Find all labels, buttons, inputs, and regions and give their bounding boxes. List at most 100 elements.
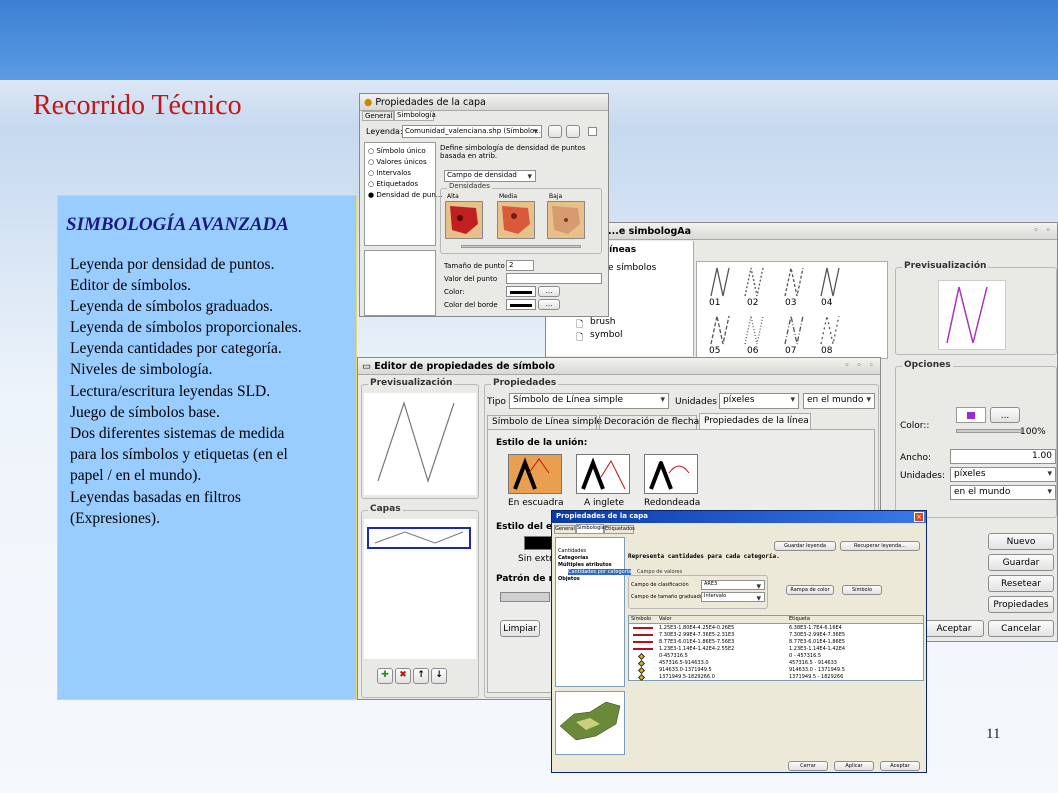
reference-select[interactable]: en el mundo <box>803 393 875 409</box>
editor-preview-canvas <box>364 393 476 495</box>
tree-item[interactable]: Categorías <box>558 555 588 561</box>
density-slider[interactable] <box>461 245 581 248</box>
legend-option[interactable]: ○ Símbolo único <box>368 147 426 155</box>
color-browse-button[interactable]: ... <box>538 286 560 297</box>
table-row[interactable]: 8.77E3-6.01E4-1.86E5-7.56E3 8.77E3-6.01E4… <box>629 639 923 646</box>
reset-button[interactable]: Resetear <box>988 575 1054 592</box>
legend-option-selected[interactable]: ● Densidad de pun... <box>368 191 442 199</box>
tab-arrow-decoration[interactable]: Decoración de flecha <box>599 415 699 429</box>
tab-labeling[interactable]: Etiquetados <box>604 525 635 534</box>
table-row[interactable]: 914633.0-1371949.5 914633.0 - 1371949.5 <box>629 667 923 674</box>
border-color-swatch[interactable] <box>506 299 536 310</box>
border-color-browse-button[interactable]: ... <box>538 299 560 310</box>
row-label: 1.23E3-1.14E4-1.42E4 <box>789 646 846 652</box>
symbol-label: 02 <box>747 298 759 308</box>
density-map-low[interactable] <box>547 201 585 239</box>
tree-item[interactable]: e símbolos <box>608 263 656 273</box>
tab-line-properties[interactable]: Propiedades de la línea <box>699 413 811 429</box>
table-row[interactable]: 1.23E3-1.14E4-1.42E4-2.55E2 1.23E3-1.14E4… <box>629 646 923 653</box>
reference-select[interactable]: en el mundo <box>950 485 1056 500</box>
density-map-high[interactable] <box>445 201 483 239</box>
row-value: 0-457316.5 <box>659 653 688 659</box>
legend-tree[interactable]: Cantidades Categorías Múltiples atributo… <box>555 537 632 687</box>
tree-item[interactable]: Múltiples atributos <box>558 562 612 568</box>
move-down-icon[interactable]: ↓ <box>431 668 447 684</box>
clear-button[interactable]: Limpiar <box>500 620 540 637</box>
tab-simple-line[interactable]: Símbolo de Línea simple <box>487 415 602 429</box>
color-swatch[interactable] <box>506 286 536 297</box>
legend-select[interactable]: Comunidad_valenciana.shp (Símbolo ... <box>402 125 542 138</box>
units-select[interactable]: píxeles <box>950 467 1056 482</box>
point-size-input[interactable]: 2 <box>506 260 534 271</box>
graduated-field-select[interactable]: Intervalo <box>701 592 765 602</box>
legend-option[interactable]: ○ Valores únicos <box>368 158 427 166</box>
symbol-grid[interactable]: 01 02 03 04 05 06 07 08 <box>696 261 888 359</box>
add-layer-icon[interactable]: ✚ <box>377 668 393 684</box>
color-swatch[interactable] <box>956 407 986 423</box>
width-input[interactable]: 1.00 <box>950 449 1056 464</box>
properties-button[interactable]: Propiedades <box>988 596 1054 613</box>
tab-symbology[interactable]: Simbología <box>576 524 605 534</box>
legend-checkbox[interactable] <box>588 127 597 136</box>
window-controls[interactable]: ◦ ◦ ◦ <box>844 361 876 371</box>
tab-general[interactable]: General <box>362 111 394 121</box>
save-button[interactable]: Guardar <box>988 554 1054 571</box>
tree-item-selected[interactable]: Cantidades por categoría <box>568 569 632 575</box>
table-row[interactable]: 1.25E3-1.80E4-4.25E4-0.26E5 6.38E3-1.7E4-… <box>629 625 923 632</box>
symbol-editor-titlebar: ▭ Editor de propiedades de símbolo <box>358 358 880 375</box>
color-picker-button[interactable]: ... <box>990 407 1020 423</box>
density-map-medium[interactable] <box>497 201 535 239</box>
cancel-button[interactable]: Cancelar <box>988 620 1054 637</box>
legend-button-b[interactable] <box>566 125 580 138</box>
row-label: 0 - 457316.5 <box>789 653 822 659</box>
new-button[interactable]: Nuevo <box>988 533 1054 550</box>
tab-general[interactable]: General <box>554 525 576 534</box>
layers-group: Capas ✚ ✖ ↑ ↓ <box>361 504 479 698</box>
table-row[interactable]: 1371949.5-1829266.0 1371949.5 - 1829266 <box>629 674 923 681</box>
move-up-icon[interactable]: ↑ <box>413 668 429 684</box>
type-select[interactable]: Símbolo de Línea simple <box>509 393 669 409</box>
load-legend-button[interactable]: Recuperar leyenda... <box>840 541 920 551</box>
legend-label: Leyenda: <box>366 127 403 136</box>
legend-option[interactable]: ○ Intervalos <box>368 169 411 177</box>
alpha-slider[interactable] <box>956 429 1022 433</box>
table-row[interactable]: 0-457316.5 0 - 457316.5 <box>629 653 923 660</box>
close-icon[interactable]: × <box>914 512 924 522</box>
feature-line: Leyenda cantidades por categoría. <box>70 340 282 357</box>
color-field-select[interactable]: ARE3 <box>701 580 765 590</box>
layers-list[interactable] <box>364 519 476 659</box>
table-row[interactable]: 457316.5-914633.0 457316.5 - 914633 <box>629 660 923 667</box>
legend-option[interactable]: ○ Etiquetados <box>368 180 418 188</box>
row-symbol <box>637 674 646 681</box>
window-controls[interactable]: ◦ ◦ <box>1034 226 1053 236</box>
pattern-slider[interactable] <box>500 592 550 602</box>
accept-button[interactable]: Aceptar <box>880 761 920 771</box>
tree-item[interactable]: symbol <box>590 330 623 340</box>
table-row[interactable]: 7.30E3-2.99E4-7.36E5-2.31E3 7.30E3-2.99E4… <box>629 632 923 639</box>
join-miter-option[interactable] <box>508 454 562 494</box>
alpha-value: 100% <box>1020 427 1046 437</box>
remove-layer-icon[interactable]: ✖ <box>395 668 411 684</box>
color-ramp-button[interactable]: Rampa de color <box>786 585 834 595</box>
legend-button-a[interactable] <box>548 125 562 138</box>
layer-props-title: Propiedades de la capa <box>375 97 486 108</box>
tab-symbology[interactable]: Simbología <box>394 110 436 121</box>
apply-button[interactable]: Aplicar <box>834 761 874 771</box>
tree-item[interactable]: brush <box>590 317 616 327</box>
accept-button[interactable]: Aceptar <box>924 620 984 637</box>
point-value-input[interactable] <box>506 273 602 284</box>
legend-type-list[interactable]: ○ Símbolo único ○ Valores únicos ○ Inter… <box>364 142 442 246</box>
density-field-select[interactable]: Campo de densidad <box>444 170 536 182</box>
layer-item[interactable] <box>367 527 471 549</box>
tree-item[interactable]: Cantidades <box>558 548 586 554</box>
tree-item[interactable]: Objetos <box>558 576 580 582</box>
join-round-option[interactable] <box>644 454 698 494</box>
symbol-button[interactable]: Símbolo <box>842 585 882 595</box>
join-bevel-option[interactable] <box>576 454 630 494</box>
categories-table[interactable]: Símbolo Valor Etiqueta 1.25E3-1.80E4-4.2… <box>628 615 924 681</box>
close-button[interactable]: Cerrar <box>788 761 828 771</box>
join-miter-label: En escuadra <box>508 498 564 508</box>
save-legend-button[interactable]: Guardar leyenda <box>774 541 836 551</box>
legend-description: Representa cantidades para cada categorí… <box>628 553 780 560</box>
units-select[interactable]: píxeles <box>719 393 799 409</box>
